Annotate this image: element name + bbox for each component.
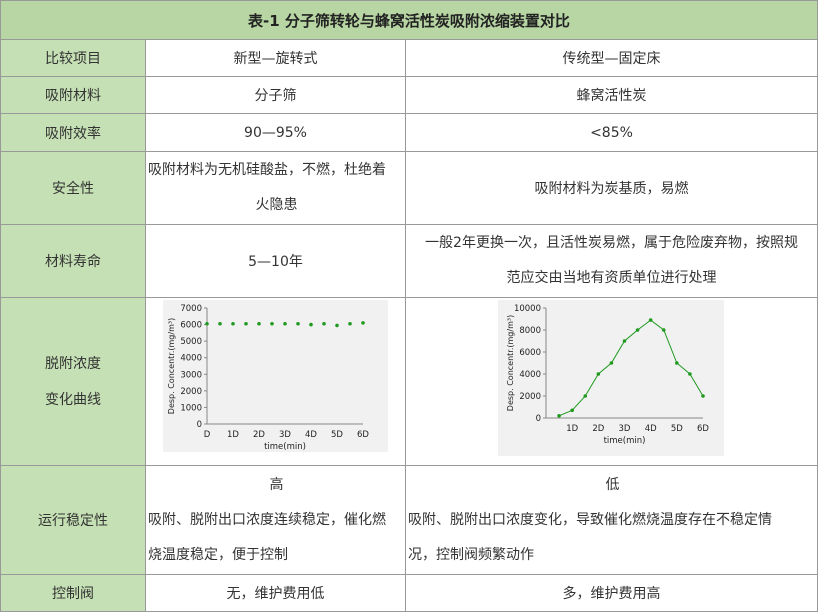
stability-col2: 低 吸附、脱附出口浓度变化，导致催化燃烧温度存在不稳定情 况，控制阀频繁动作 [406, 466, 818, 575]
fixed-bed-chart-data-point [635, 328, 640, 332]
rotary-chart-x-tick-label: 2D [253, 430, 265, 440]
rotary-chart-y-tick-label: 4000 [180, 354, 202, 364]
rotary-chart-y-tick-label: 2000 [180, 387, 202, 397]
fixed-bed-chart-x-tick-label: 4D [645, 424, 657, 434]
rotary-chart-data-point [244, 321, 248, 326]
fixed-bed-chart-xlabel: time(min) [604, 436, 646, 446]
chart-fixed-bed-svg: 0 2000 4000 6000 8000 10000 1D 2D 3D 4D 5D 6D time(m… [506, 304, 709, 446]
rotary-chart-data-point [348, 321, 352, 326]
fixed-bed-chart-x-tick-label: 5D [671, 424, 683, 434]
curve-col1: 0 1000 2000 3000 4000 5000 6000 7000 D 1D 2D 3D 4D 5D… [146, 298, 406, 466]
row-label-material: 吸附材料 [0, 77, 146, 114]
fixed-bed-chart-data-point [701, 394, 705, 398]
rotary-chart-x-tick-label: 1D [227, 430, 239, 440]
rotary-chart-data-point [361, 321, 365, 325]
rotary-chart-y-tick-label: 0 [197, 420, 202, 430]
rotary-chart-data-point [335, 323, 339, 328]
fixed-bed-chart-y-tick-label: 0 [536, 414, 541, 424]
efficiency-col2: <85% [406, 114, 818, 152]
rotary-chart-data-point [218, 321, 222, 326]
lifespan-col2-line1: 一般2年更换一次，且活性炭易燃，属于危险废弃物，按照规 [425, 235, 798, 251]
comparison-table: 表-1 分子筛转轮与蜂窝活性炭吸附浓缩装置对比 比较项目 新型—旋转式 传统型—… [0, 0, 820, 614]
rotary-chart-xlabel: time(min) [264, 442, 306, 452]
rotary-chart-x-tick-label: D [204, 430, 211, 440]
safety-col1: 吸附材料为无机硅酸盐，不燃，杜绝着 火隐患 [146, 152, 406, 225]
fixed-bed-chart-y-tick-label: 6000 [519, 348, 541, 358]
stability-col1: 高 吸附、脱附出口浓度连续稳定，催化燃 烧温度稳定，便于控制 [146, 466, 406, 575]
rotary-chart-data-point [270, 321, 274, 326]
stability-col2-line1: 吸附、脱附出口浓度变化，导致催化燃烧温度存在不稳定情 [408, 511, 772, 528]
stability-col2-level: 低 [605, 476, 620, 493]
stability-col1-line2: 烧温度稳定，便于控制 [148, 546, 288, 563]
rotary-chart-y-tick-label: 5000 [180, 337, 202, 347]
fixed-bed-chart-ylabel: Desp. Concentr.(mg/m³) [506, 315, 515, 411]
lifespan-col1: 5—10年 [146, 225, 406, 298]
rotary-chart-data-point [231, 321, 235, 326]
fixed-bed-chart-data-point [596, 372, 601, 376]
stability-col1-line1: 吸附、脱附出口浓度连续稳定，催化燃 [148, 511, 386, 528]
row-label-lifespan: 材料寿命 [0, 225, 146, 298]
curve-label-line1: 脱附浓度 [45, 355, 101, 372]
stability-col1-level: 高 [269, 476, 284, 493]
fixed-bed-chart-y-tick-label: 2000 [519, 392, 541, 402]
lifespan-col2-line2: 范应交由当地有资质单位进行处理 [506, 270, 717, 286]
fixed-bed-chart-data-point [622, 339, 627, 343]
rotary-chart-x-tick-label: 6D [357, 430, 369, 440]
curve-col2: 0 2000 4000 6000 8000 10000 1D 2D 3D 4D 5D 6D time(m… [406, 298, 818, 466]
fixed-bed-chart-data-point [583, 394, 588, 398]
stability-col2-line2: 况，控制阀频繁动作 [408, 546, 534, 563]
fixed-bed-chart-x-tick-label: 6D [697, 424, 709, 434]
row-label-curve: 脱附浓度 变化曲线 [0, 298, 146, 466]
fixed-bed-chart-data-point [688, 372, 692, 376]
header-label: 比较项目 [0, 40, 146, 77]
material-col1: 分子筛 [146, 77, 406, 114]
fixed-bed-chart-x-tick-label: 3D [619, 424, 631, 434]
fixed-bed-chart-x-tick-label: 2D [592, 424, 604, 434]
row-label-safety: 安全性 [0, 152, 146, 225]
rotary-chart-x-tick-label: 5D [331, 430, 343, 440]
curve-label-line2: 变化曲线 [45, 391, 101, 408]
fixed-bed-chart-series-line [558, 319, 704, 417]
chart-rotary-svg: 0 1000 2000 3000 4000 5000 6000 7000 D 1D 2D 3D 4D 5D… [167, 304, 369, 452]
rotary-chart-x-tick-label: 4D [305, 430, 317, 440]
fixed-bed-chart-data-point [570, 408, 574, 413]
header-col2: 传统型—固定床 [406, 40, 818, 77]
header-col1: 新型—旋转式 [146, 40, 406, 77]
fixed-bed-chart-data-point [675, 361, 679, 365]
chart-rotary: 0 1000 2000 3000 4000 5000 6000 7000 D 1D 2D 3D 4D 5D… [163, 300, 388, 452]
material-col2: 蜂窝活性炭 [406, 77, 818, 114]
fixed-bed-chart-data-point [648, 318, 653, 322]
rotary-chart-data-point [205, 321, 209, 326]
rotary-chart-data-point [322, 321, 326, 326]
fixed-bed-chart-x-tick-label: 1D [566, 424, 578, 434]
valve-col1: 无，维护费用低 [146, 575, 406, 612]
safety-col1-line2: 火隐患 [255, 197, 298, 213]
lifespan-col2: 一般2年更换一次，且活性炭易燃，属于危险废弃物，按照规 范应交由当地有资质单位进… [406, 225, 818, 298]
row-label-efficiency: 吸附效率 [0, 114, 146, 152]
rotary-chart-data-point [283, 321, 287, 326]
rotary-chart-data-point [309, 322, 313, 327]
fixed-bed-chart-data-point [609, 361, 614, 365]
chart-fixed-bed: 0 2000 4000 6000 8000 10000 1D 2D 3D 4D 5D 6D time(m… [498, 300, 724, 456]
fixed-bed-chart-data-point [557, 414, 561, 418]
valve-col2: 多，维护费用高 [406, 575, 818, 612]
rotary-chart-ylabel: Desp. Concentr.(mg/m³) [167, 318, 176, 414]
safety-col1-line1: 吸附材料为无机硅酸盐，不燃，杜绝着 [148, 162, 386, 178]
fixed-bed-chart-y-tick-label: 8000 [519, 326, 541, 336]
fixed-bed-chart-y-tick-label: 10000 [514, 304, 541, 314]
rotary-chart-y-tick-label: 3000 [180, 370, 202, 380]
rotary-chart-y-tick-label: 1000 [180, 403, 202, 413]
rotary-chart-data-point [257, 321, 261, 326]
row-label-stability: 运行稳定性 [0, 466, 146, 575]
safety-col2: 吸附材料为炭基质，易燃 [406, 152, 818, 225]
fixed-bed-chart-data-point [661, 328, 666, 332]
table-title: 表-1 分子筛转轮与蜂窝活性炭吸附浓缩装置对比 [0, 0, 818, 40]
rotary-chart-y-tick-label: 7000 [180, 304, 202, 314]
rotary-chart-y-tick-label: 6000 [180, 321, 202, 331]
efficiency-col1: 90—95% [146, 114, 406, 152]
rotary-chart-data-point [296, 321, 300, 326]
row-label-valve: 控制阀 [0, 575, 146, 612]
rotary-chart-x-tick-label: 3D [279, 430, 291, 440]
fixed-bed-chart-y-tick-label: 4000 [519, 370, 541, 380]
